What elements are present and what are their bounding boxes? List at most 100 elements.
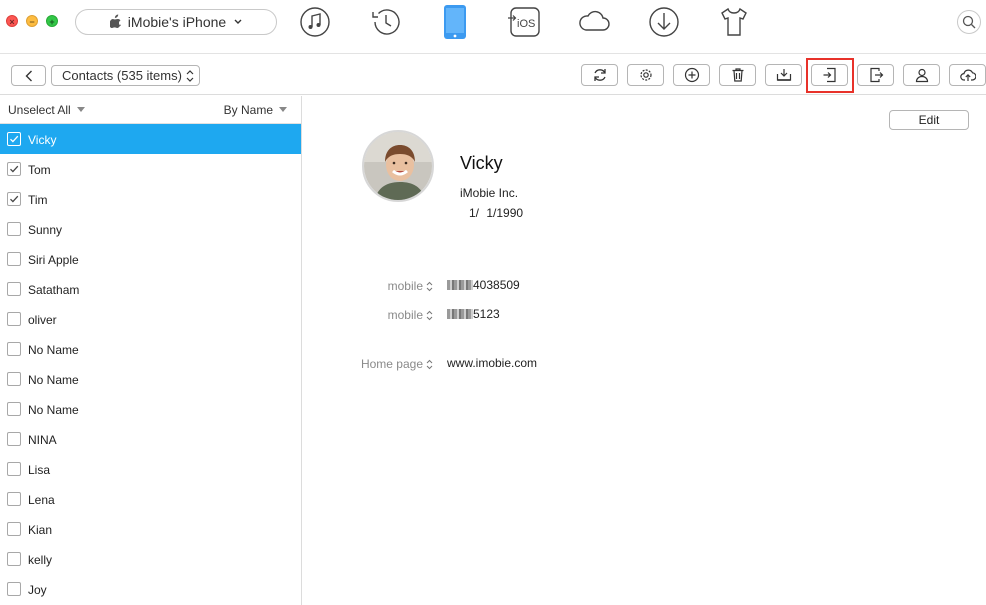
list-item[interactable]: Vicky — [0, 124, 301, 154]
list-item[interactable]: Joy — [0, 574, 301, 604]
cloud-icon[interactable] — [577, 5, 611, 39]
phone-icon[interactable] — [438, 5, 472, 39]
maximize-window-button[interactable]: + — [46, 15, 58, 27]
row-checkbox[interactable] — [7, 282, 21, 296]
row-checkbox[interactable] — [7, 192, 21, 206]
chevron-down-icon — [234, 17, 242, 28]
contact-name-label: kelly — [28, 553, 53, 567]
check-icon — [10, 195, 19, 203]
contact-name-label: Joy — [28, 583, 47, 597]
cloud-upload-button[interactable] — [949, 64, 986, 86]
search-icon — [962, 15, 976, 29]
row-checkbox[interactable] — [7, 252, 21, 266]
title-bar: × − + iMobie's iPhone iOS — [0, 0, 986, 54]
list-item[interactable]: No Name — [0, 334, 301, 364]
field-value-mobile: 4038509 — [447, 278, 520, 292]
list-item[interactable]: Siri Apple — [0, 244, 301, 274]
shirt-icon[interactable] — [717, 5, 751, 39]
contact-icon — [915, 68, 928, 83]
updown-icon — [186, 70, 194, 82]
field-label-mobile[interactable]: mobile — [313, 279, 433, 293]
row-checkbox[interactable] — [7, 582, 21, 596]
list-item[interactable]: oliver — [0, 304, 301, 334]
list-item[interactable]: Satatham — [0, 274, 301, 304]
updown-icon — [426, 310, 433, 321]
updown-icon — [426, 359, 433, 370]
close-window-button[interactable]: × — [6, 15, 18, 27]
back-button[interactable] — [11, 65, 46, 86]
list-item[interactable]: No Name — [0, 364, 301, 394]
delete-button[interactable] — [719, 64, 756, 86]
unselect-all-dropdown[interactable]: Unselect All — [8, 103, 85, 117]
contact-name: Vicky — [460, 153, 503, 173]
field-label-home-page[interactable]: Home page — [313, 357, 433, 371]
device-selector[interactable]: iMobie's iPhone — [75, 9, 277, 35]
row-checkbox[interactable] — [7, 492, 21, 506]
row-checkbox[interactable] — [7, 162, 21, 176]
list-item[interactable]: Tom — [0, 154, 301, 184]
row-checkbox[interactable] — [7, 132, 21, 146]
row-checkbox[interactable] — [7, 372, 21, 386]
sort-dropdown[interactable]: By Name — [224, 103, 287, 117]
category-selector[interactable]: Contacts (535 items) — [51, 65, 200, 86]
row-checkbox[interactable] — [7, 552, 21, 566]
contact-button[interactable] — [903, 64, 940, 86]
export-icon — [869, 67, 883, 83]
contact-name-label: No Name — [28, 343, 79, 357]
triangle-down-icon — [76, 107, 85, 112]
list-item[interactable]: Kian — [0, 514, 301, 544]
contact-name-label: No Name — [28, 403, 79, 417]
list-item[interactable]: Sunny — [0, 214, 301, 244]
chevron-left-icon — [25, 70, 32, 81]
edit-button[interactable]: Edit — [889, 110, 969, 130]
list-item[interactable]: Lena — [0, 484, 301, 514]
history-icon[interactable] — [369, 5, 403, 39]
row-checkbox[interactable] — [7, 522, 21, 536]
search-button[interactable] — [957, 10, 981, 34]
list-item[interactable]: NINA — [0, 424, 301, 454]
row-checkbox[interactable] — [7, 432, 21, 446]
updown-icon — [426, 281, 433, 292]
svg-text:iOS: iOS — [517, 18, 535, 30]
list-item[interactable]: Tim — [0, 184, 301, 214]
list-item[interactable]: Lisa — [0, 454, 301, 484]
contact-name-label: Siri Apple — [28, 253, 79, 267]
check-icon — [10, 135, 19, 143]
row-checkbox[interactable] — [7, 402, 21, 416]
triangle-down-icon — [279, 107, 287, 112]
contact-name-label: Satatham — [28, 283, 80, 297]
row-checkbox[interactable] — [7, 312, 21, 326]
field-value-home-page[interactable]: www.imobie.com — [447, 356, 537, 370]
settings-button[interactable] — [627, 64, 664, 86]
avatar — [362, 130, 434, 202]
contact-name-label: Tom — [28, 163, 51, 177]
music-icon[interactable] — [298, 5, 332, 39]
contact-company: iMobie Inc. — [460, 186, 519, 200]
contact-name-label: Sunny — [28, 223, 63, 237]
row-checkbox[interactable] — [7, 342, 21, 356]
contact-name-label: oliver — [28, 313, 57, 327]
row-checkbox[interactable] — [7, 222, 21, 236]
export-button[interactable] — [857, 64, 894, 86]
redacted-digits — [447, 309, 473, 319]
add-button[interactable] — [673, 64, 710, 86]
contact-name-label: No Name — [28, 373, 79, 387]
row-checkbox[interactable] — [7, 462, 21, 476]
list-item[interactable]: No Name — [0, 394, 301, 424]
contact-detail: Edit Vicky iMobie Inc. 1/ 1/1990 mobile … — [303, 96, 986, 605]
minimize-window-button[interactable]: − — [26, 15, 38, 27]
device-name: iMobie's iPhone — [127, 14, 227, 30]
contact-name-label: Tim — [28, 193, 48, 207]
refresh-button[interactable] — [581, 64, 618, 86]
check-icon — [10, 165, 19, 173]
contact-name-label: Lisa — [28, 463, 51, 477]
contact-list: Unselect All By Name Vicky Tom Tim Sunny Sir… — [0, 96, 302, 605]
download-icon[interactable] — [647, 5, 681, 39]
list-item[interactable]: kelly — [0, 544, 301, 574]
apple-icon — [109, 14, 122, 31]
to-computer-button[interactable] — [765, 64, 802, 86]
contact-birthday: 1/ 1/1990 — [469, 206, 524, 220]
field-label-mobile-2[interactable]: mobile — [313, 308, 433, 322]
contact-name-label: NINA — [28, 433, 57, 447]
to-ios-icon[interactable]: iOS — [507, 5, 541, 39]
